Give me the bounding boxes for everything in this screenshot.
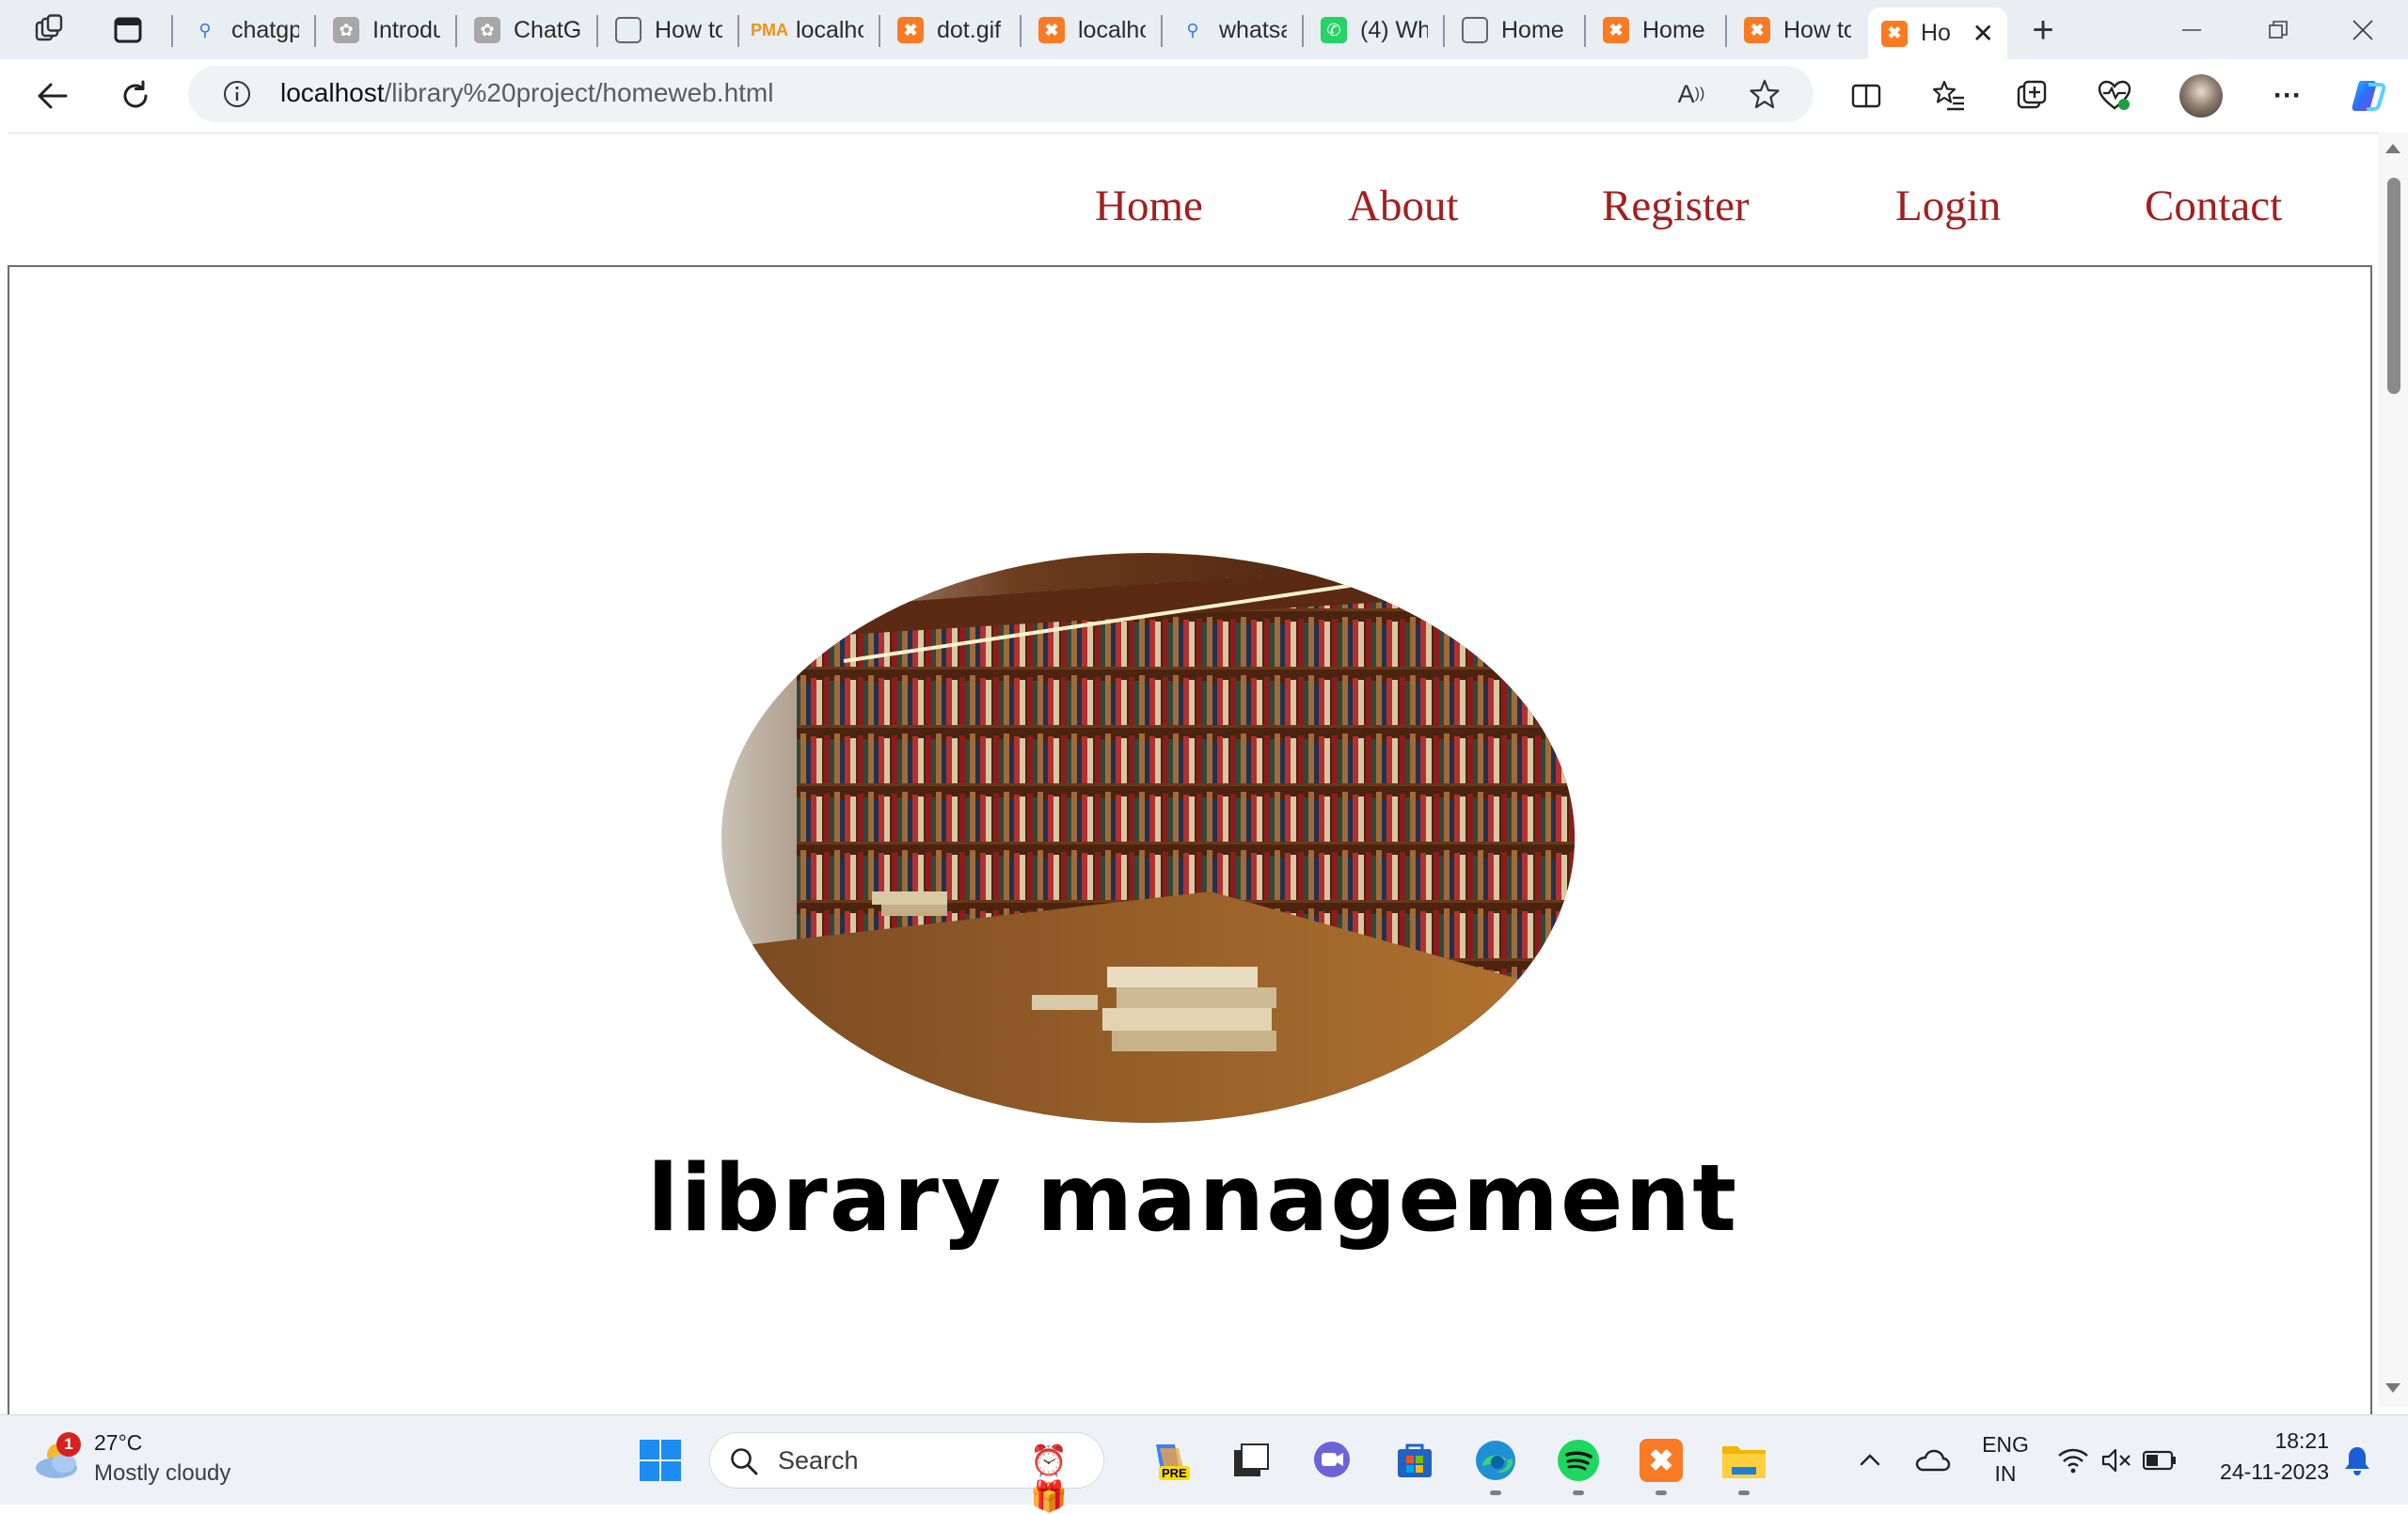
split-screen-icon[interactable] (1840, 70, 1893, 122)
weather-widget[interactable]: 1 (32, 1432, 85, 1485)
vertical-tabs-icon[interactable] (102, 4, 154, 56)
whatsapp-icon: ✆ (1321, 17, 1347, 43)
nav-contact-link[interactable]: Contact (2145, 181, 2282, 231)
tab-7[interactable]: ✖ localho (1025, 8, 1159, 53)
tab-4[interactable]: How to (602, 8, 736, 53)
xampp-icon: ✖ (1744, 17, 1770, 43)
search-icon: ⚲ (1186, 20, 1199, 39)
library-hero-image (721, 553, 1575, 1123)
chatgpt-icon: ✿ (474, 17, 500, 43)
taskbar-search-box[interactable]: Search ⏰🎁 (709, 1432, 1104, 1513)
tab-10[interactable]: Home (1449, 8, 1582, 53)
copilot-taskbar-icon[interactable]: PRE (1144, 1436, 1193, 1485)
read-aloud-icon[interactable]: A)) (1665, 68, 1718, 120)
battery-icon[interactable] (2135, 1436, 2184, 1485)
copilot-pre-badge: PRE (1159, 1466, 1190, 1480)
xampp-icon: ✖ (1038, 17, 1065, 43)
language-region: IN (1994, 1461, 2017, 1486)
page-viewport: Home About Register Login Contact librar… (8, 133, 2378, 1422)
tab-8[interactable]: ⚲ whatsa (1166, 8, 1300, 53)
clock-date: 24-11-2023 (2220, 1459, 2329, 1484)
close-tab-icon[interactable]: ✕ (1972, 18, 1994, 49)
running-indicator (1490, 1490, 1501, 1495)
nav-register-link[interactable]: Register (1602, 181, 1750, 231)
new-tab-icon[interactable]: + (2017, 4, 2069, 56)
browser-tab-strip: ⚲ chatgp ✿ Introdu ✿ ChatGP How to PMA l… (0, 0, 2408, 59)
nav-about-link[interactable]: About (1348, 181, 1459, 231)
weather-temp[interactable]: 27°C (94, 1430, 142, 1456)
favorite-star-icon[interactable] (1738, 68, 1791, 120)
collections-icon[interactable] (2005, 70, 2058, 122)
tab-12[interactable]: ✖ How to (1731, 8, 1864, 53)
xampp-icon: ✖ (1881, 20, 1908, 47)
search-placeholder: Search (778, 1446, 859, 1475)
tab-9[interactable]: ✆ (4) Wha (1307, 8, 1441, 53)
wifi-icon[interactable] (2049, 1436, 2098, 1485)
more-options-icon[interactable]: ··· (2261, 70, 2314, 122)
favorites-icon[interactable] (1923, 70, 1975, 122)
volume-muted-icon[interactable] (2092, 1436, 2141, 1485)
profile-avatar[interactable] (2175, 70, 2227, 122)
xampp-icon: ✖ (897, 17, 924, 43)
scrollbar-thumb[interactable] (2387, 178, 2400, 394)
workspaces-icon[interactable] (23, 4, 75, 56)
search-icon (731, 1448, 758, 1475)
running-indicator (1656, 1490, 1667, 1495)
weather-condition[interactable]: Mostly cloudy (94, 1460, 230, 1487)
weather-badge: 1 (56, 1432, 81, 1457)
tab-3[interactable]: ✿ ChatGP (461, 8, 594, 53)
tab-11[interactable]: ✖ Home (1590, 8, 1723, 53)
site-info-icon[interactable] (211, 68, 263, 120)
nav-login-link[interactable]: Login (1895, 181, 2001, 231)
microsoft-store-icon[interactable] (1390, 1436, 1439, 1485)
close-window-icon[interactable] (2337, 4, 2389, 56)
page-icon (1462, 17, 1488, 43)
refresh-icon[interactable] (109, 70, 162, 122)
windows-taskbar: 1 27°C Mostly cloudy Search ⏰🎁 PRE ✖ ENG… (0, 1414, 2408, 1513)
nav-home-link[interactable]: Home (1095, 181, 1203, 231)
task-view-icon[interactable] (1227, 1436, 1275, 1485)
xampp-taskbar-icon[interactable]: ✖ (1637, 1436, 1686, 1485)
edge-browser-icon[interactable] (1471, 1436, 1520, 1485)
system-clock[interactable]: 18:21 24-11-2023 (2207, 1428, 2329, 1485)
notification-bell-icon[interactable] (2333, 1436, 2382, 1485)
scroll-down-icon[interactable] (2385, 1383, 2400, 1393)
browser-essentials-icon[interactable] (2088, 70, 2141, 122)
page-scrollbar[interactable] (2378, 133, 2408, 1407)
file-explorer-icon[interactable] (1719, 1436, 1768, 1485)
back-icon[interactable] (26, 70, 79, 122)
running-indicator (1738, 1490, 1750, 1495)
page-icon (615, 17, 642, 43)
chatgpt-icon: ✿ (333, 17, 359, 43)
onedrive-icon[interactable] (1908, 1436, 1956, 1485)
tab-6[interactable]: ✖ dot.gif (884, 8, 1018, 53)
scroll-up-icon[interactable] (2385, 144, 2400, 153)
browser-toolbar: localhost/library%20project/homeweb.html… (0, 59, 2408, 133)
spotify-icon[interactable] (1554, 1436, 1603, 1485)
copilot-icon[interactable] (2342, 70, 2395, 122)
tab-active[interactable]: ✖ Ho ✕ (1868, 8, 2007, 59)
restore-icon[interactable] (2252, 4, 2305, 56)
page-title: library management (646, 1145, 1739, 1253)
tab-1[interactable]: ⚲ chatgp (179, 8, 312, 53)
windows-start-icon[interactable] (636, 1436, 685, 1485)
xampp-icon: ✖ (1603, 17, 1629, 43)
phpmyadmin-icon: PMA (751, 20, 788, 39)
language-code: ENG (1982, 1432, 2029, 1457)
url-path: /library%20project/homeweb.html (384, 78, 774, 107)
running-indicator (1573, 1490, 1584, 1495)
url-text[interactable]: localhost/library%20project/homeweb.html (280, 78, 773, 108)
minimize-icon[interactable] (2165, 4, 2218, 56)
tab-2[interactable]: ✿ Introdu (320, 8, 453, 53)
address-bar[interactable]: localhost/library%20project/homeweb.html… (188, 66, 1814, 122)
teams-chat-icon[interactable] (1307, 1436, 1356, 1485)
language-indicator[interactable]: ENG IN (1977, 1432, 2034, 1487)
search-highlight-icon: ⏰🎁 (1030, 1443, 1068, 1513)
show-hidden-icons-chevron-icon[interactable] (1846, 1436, 1894, 1485)
clock-time: 18:21 (2274, 1428, 2329, 1453)
tab-5[interactable]: PMA localho (743, 8, 877, 53)
search-icon: ⚲ (198, 20, 212, 39)
url-host: localhost (280, 78, 385, 107)
